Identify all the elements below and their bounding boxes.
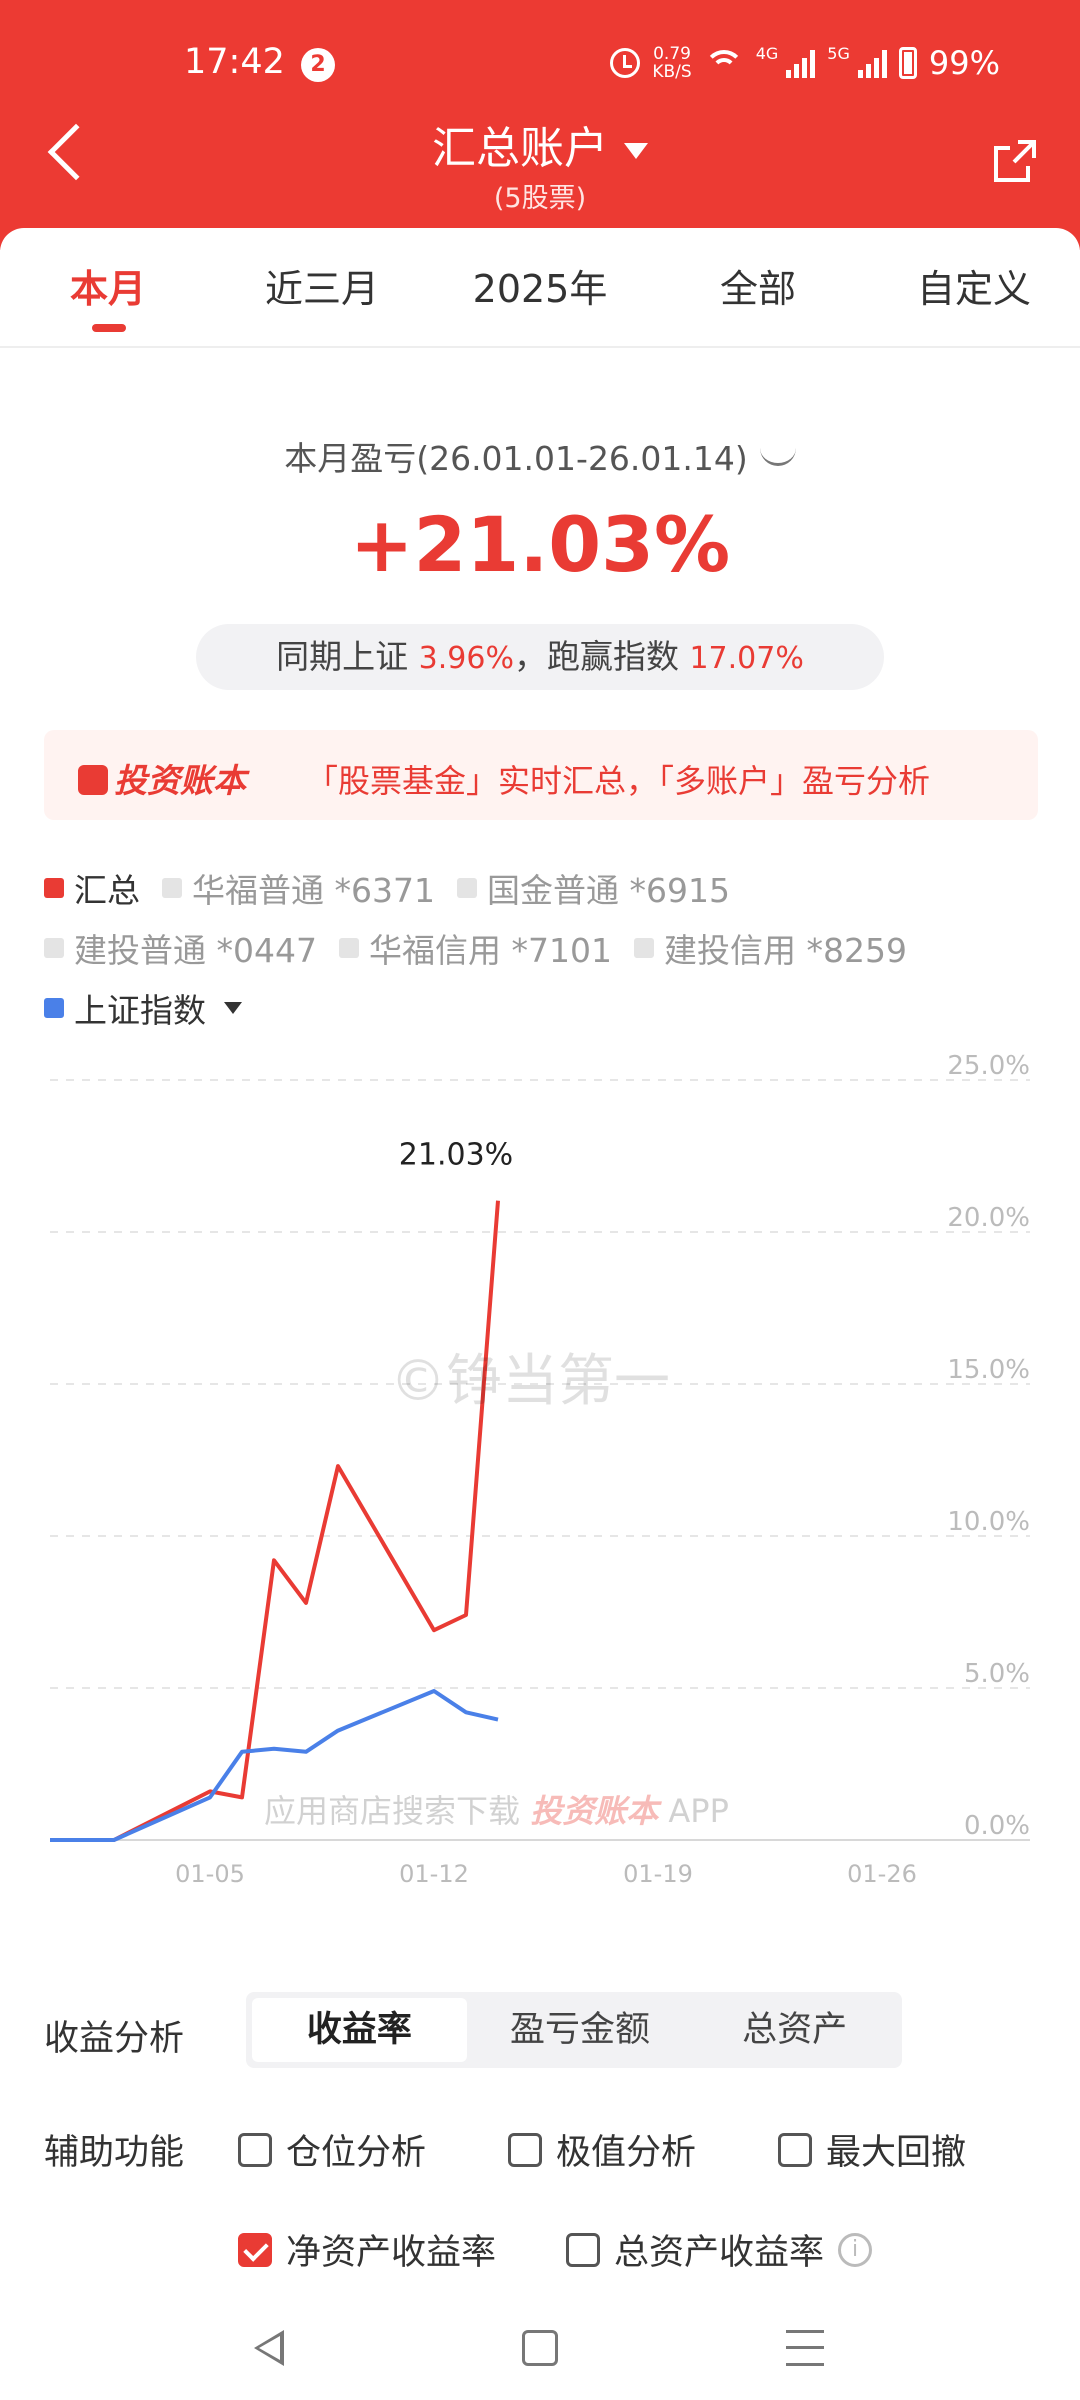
tab-three-months[interactable]: 近三月 xyxy=(232,258,412,313)
legend-swatch xyxy=(44,878,64,898)
tab-this-month[interactable]: 本月 xyxy=(18,258,198,313)
battery-icon xyxy=(898,47,917,79)
y-tick-label: 0.0% xyxy=(964,1811,1030,1841)
eye-closed-icon[interactable] xyxy=(759,448,796,466)
alarm-icon xyxy=(610,48,641,78)
legend-item-total[interactable]: 汇总 xyxy=(44,864,140,912)
app-header: 17:42 2 0.79 KB/S 4G 5G 99% 汇总账户 (5股票) xyxy=(0,0,1080,250)
ledger-logo-icon xyxy=(78,764,108,795)
checkbox-max-drawdown[interactable]: 最大回撤 xyxy=(778,2124,966,2175)
legend-item-account[interactable]: 华福信用 *7101 xyxy=(338,924,612,972)
checkbox-icon xyxy=(508,2132,542,2167)
legend-item-account[interactable]: 建投普通 *0447 xyxy=(44,924,317,972)
checkbox-icon xyxy=(778,2132,812,2167)
status-right: 0.79 KB/S 4G 5G 99% xyxy=(610,44,1000,82)
watermark: ©铮当第一 xyxy=(390,1349,670,1414)
checkbox-roe[interactable]: 净资产收益率 xyxy=(238,2224,496,2275)
notification-badge: 2 xyxy=(301,48,335,82)
caret-down-icon xyxy=(224,1002,242,1014)
checkbox-roa[interactable]: 总资产收益率 i xyxy=(566,2224,873,2275)
signal-icon xyxy=(786,48,816,78)
tab-underline xyxy=(92,324,126,332)
legend-swatch xyxy=(44,938,64,958)
info-icon[interactable]: i xyxy=(838,2232,873,2267)
net-type-1: 4G xyxy=(755,44,779,63)
analysis-label: 收益分析 xyxy=(44,2019,185,2059)
aux-label: 辅助功能 xyxy=(44,2133,185,2173)
status-bar: 17:42 2 0.79 KB/S 4G 5G 99% xyxy=(0,42,1080,92)
legend-item-account[interactable]: 华福普通 *6371 xyxy=(162,864,435,912)
app-watermark: 应用商店搜索下载 投资账本 APP xyxy=(264,1792,729,1830)
legend-item-account[interactable]: 建投信用 *8259 xyxy=(633,924,907,972)
system-nav-bar xyxy=(0,2300,1080,2400)
caret-down-icon xyxy=(624,143,648,159)
x-tick-label: 01-26 xyxy=(847,1860,917,1888)
legend-swatch xyxy=(338,938,359,958)
x-tick-label: 01-19 xyxy=(623,1860,693,1888)
tab-custom[interactable]: 自定义 xyxy=(884,258,1064,313)
checkbox-extreme-analysis[interactable]: 极值分析 xyxy=(508,2124,696,2175)
seg-profit-amount[interactable]: 盈亏金额 xyxy=(473,1992,688,2068)
account-subtitle: (5股票) xyxy=(493,183,587,214)
banner-text: 「股票基金」实时汇总，「多账户」盈亏分析 xyxy=(306,762,931,800)
signal-icon-2 xyxy=(857,48,887,78)
status-time: 17:42 xyxy=(184,42,285,82)
legend-swatch xyxy=(456,878,477,898)
legend-item-account[interactable]: 国金普通 *6915 xyxy=(456,864,730,912)
seg-return-rate[interactable]: 收益率 xyxy=(252,1998,467,2062)
y-tick-label: 15.0% xyxy=(947,1355,1030,1385)
x-tick-label: 01-12 xyxy=(399,1860,469,1888)
net-speed: 0.79 KB/S xyxy=(652,44,692,82)
series-line-total xyxy=(50,1200,500,1842)
y-tick-label: 20.0% xyxy=(947,1203,1030,1233)
checkbox-position-analysis[interactable]: 仓位分析 xyxy=(238,2124,426,2175)
y-tick-label: 25.0% xyxy=(947,1051,1030,1081)
promo-banner[interactable]: 投资账本 「股票基金」实时汇总，「多账户」盈亏分析 xyxy=(44,730,1038,820)
peak-data-label: 21.03% xyxy=(399,1138,513,1173)
nav-menu-icon[interactable] xyxy=(786,2330,824,2366)
index-comparison: 同期上证 3.96%，跑赢指数 17.07% xyxy=(196,624,884,690)
legend-item-index[interactable]: 上证指数 xyxy=(44,984,242,1032)
period-tabs: 本月 近三月 2025年 全部 自定义 xyxy=(0,228,1080,348)
analysis-segmented: 收益率 盈亏金额 总资产 xyxy=(246,1992,902,2068)
wifi-icon xyxy=(703,48,744,78)
legend-swatch xyxy=(162,878,182,898)
account-selector[interactable]: 汇总账户 xyxy=(0,112,1080,176)
net-type-2: 5G xyxy=(827,44,850,63)
nav-home-icon[interactable] xyxy=(522,2330,558,2366)
share-icon[interactable] xyxy=(992,138,1038,184)
legend-swatch xyxy=(44,998,64,1018)
x-tick-label: 01-05 xyxy=(175,1860,245,1888)
tab-all[interactable]: 全部 xyxy=(668,258,848,313)
checkbox-checked-icon xyxy=(238,2232,272,2267)
checkbox-icon xyxy=(238,2132,272,2167)
chart-legend: 汇总 华福普通 *6371 国金普通 *6915 建投普通 *0447 华福信用… xyxy=(44,858,1044,1038)
profit-percentage: +21.03% xyxy=(349,500,731,589)
tab-year-2025[interactable]: 2025年 xyxy=(450,258,630,313)
y-tick-label: 10.0% xyxy=(947,1507,1030,1537)
period-label: 本月盈亏(26.01.01-26.01.14) xyxy=(0,432,1080,480)
battery-level: 99% xyxy=(928,44,1000,82)
legend-swatch xyxy=(633,938,654,958)
seg-total-assets[interactable]: 总资产 xyxy=(687,1992,902,2068)
y-tick-label: 5.0% xyxy=(964,1659,1030,1689)
banner-logo: 投资账本 xyxy=(78,754,246,802)
checkbox-icon xyxy=(566,2232,600,2267)
nav-back-icon[interactable] xyxy=(254,2330,284,2366)
